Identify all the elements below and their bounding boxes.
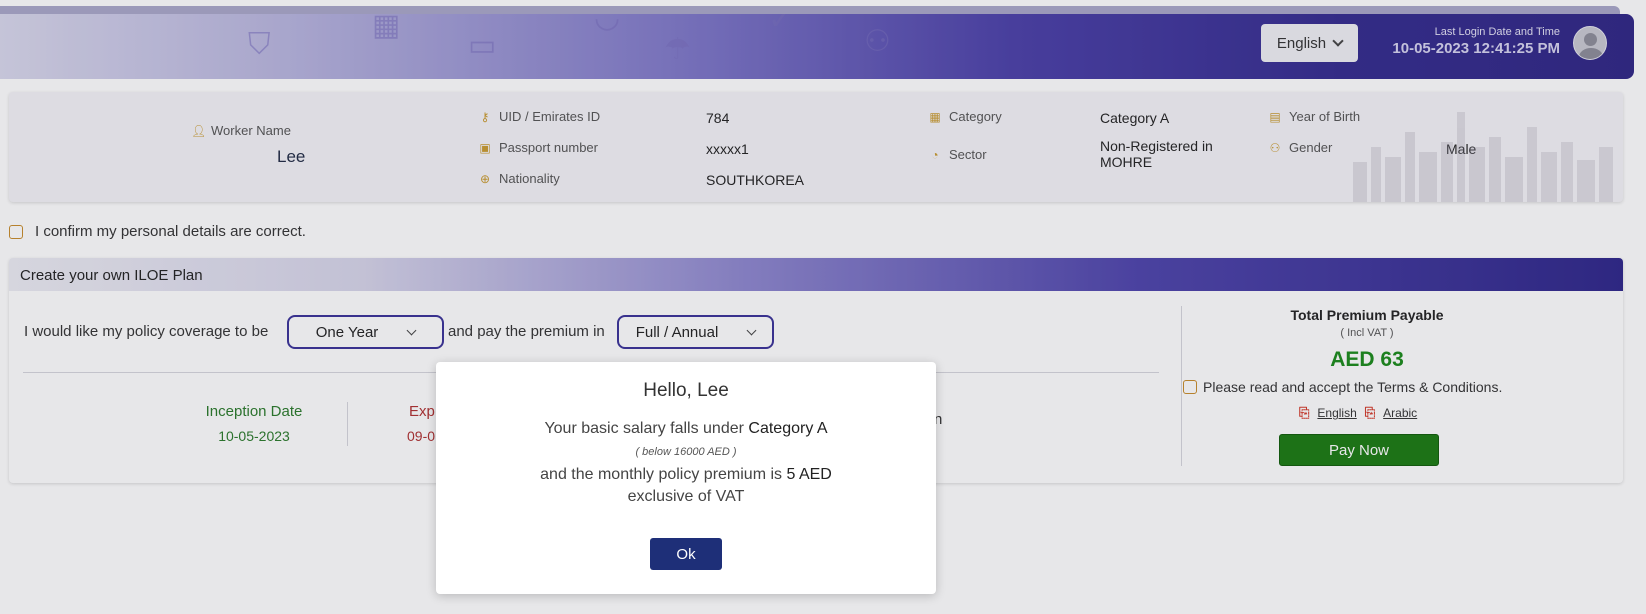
modal-salary-line: Your basic salary falls under Category A xyxy=(436,420,936,438)
modal-vat-note: exclusive of VAT xyxy=(627,488,745,505)
modal-salary-prefix: Your basic salary falls under xyxy=(544,420,744,437)
modal-premium-amount: 5 AED xyxy=(786,466,832,483)
modal-worker-name: Lee xyxy=(697,380,729,401)
modal-premium-prefix: and the monthly policy premium is xyxy=(540,466,783,483)
modal-title: Hello, Lee xyxy=(436,380,936,402)
modal-premium-line: and the monthly policy premium is 5 AED xyxy=(436,466,936,484)
ok-button[interactable]: Ok xyxy=(650,538,722,570)
salary-category-modal: Hello, Lee Your basic salary falls under… xyxy=(436,362,936,594)
modal-greeting: Hello, xyxy=(643,380,698,401)
page: ⛉ ▦ ▭ ◡ ☂ ✓ ⚇ English Last Login Date an… xyxy=(0,0,1646,614)
modal-salary-category: Category A xyxy=(748,420,828,437)
modal-salary-threshold: ( below 16000 AED ) xyxy=(635,446,737,458)
